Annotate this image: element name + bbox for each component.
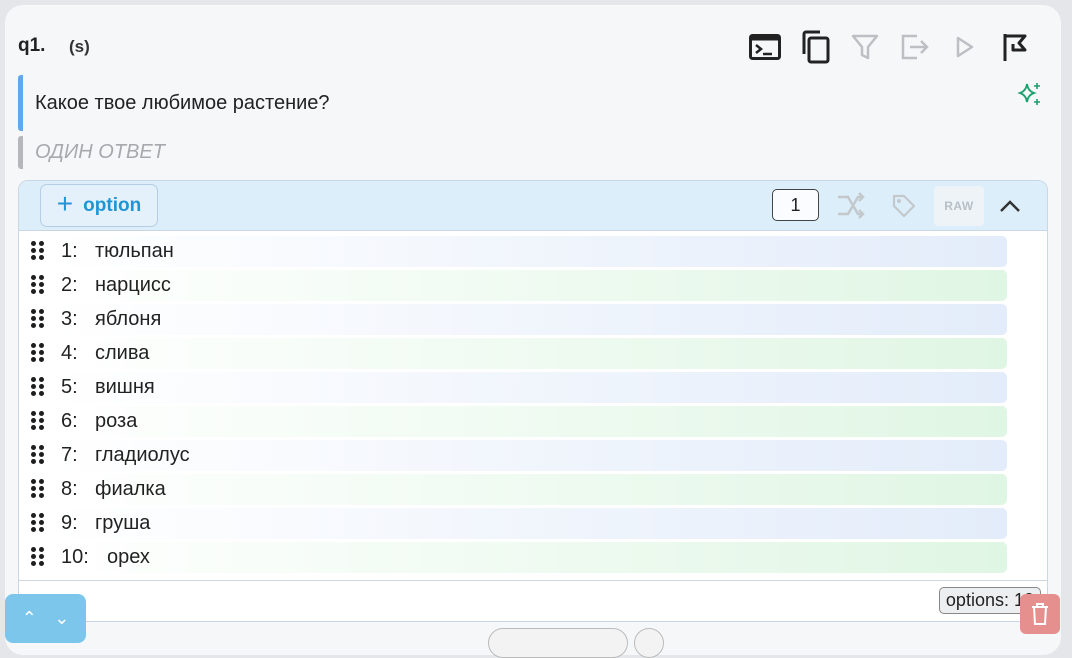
options-header: + option 1 RAW: [19, 181, 1047, 231]
option-label: орех: [107, 546, 150, 568]
option-number: 9:: [61, 512, 78, 534]
chevron-down-icon[interactable]: ⌄: [54, 608, 69, 629]
drag-handle-icon[interactable]: [31, 479, 45, 499]
plus-icon: +: [56, 188, 74, 219]
copy-icon[interactable]: [797, 29, 833, 65]
option-row[interactable]: 7: гладиолус: [31, 440, 1007, 471]
option-label: вишня: [95, 376, 155, 398]
option-label: роза: [95, 410, 138, 432]
option-number: 7:: [61, 444, 78, 466]
question-type-code: (s): [69, 37, 90, 56]
trash-icon: [1032, 603, 1048, 625]
option-label: нарцисс: [95, 274, 171, 296]
drag-handle-icon[interactable]: [31, 241, 45, 261]
option-number: 3:: [61, 308, 78, 330]
answer-type-field[interactable]: ОДИН ОТВЕТ: [18, 136, 418, 169]
question-text: Какое твое любимое растение?: [35, 92, 330, 114]
flag-icon[interactable]: [997, 29, 1033, 65]
chevron-up-icon[interactable]: [991, 188, 1029, 224]
option-number: 4:: [61, 342, 78, 364]
options-footer-divider: [19, 580, 1047, 581]
question-card: q1. (s) Какое твое любимое растение? ОДИ…: [5, 5, 1061, 655]
option-number: 6:: [61, 410, 78, 432]
options-panel: + option 1 RAW 1: тюльпан 2: нарцисс 3: яблон…: [18, 180, 1048, 622]
drag-handle-icon[interactable]: [31, 445, 45, 465]
sparkle-icon[interactable]: [1017, 81, 1043, 112]
option-number: 8:: [61, 478, 78, 500]
option-number: 10:: [61, 546, 89, 568]
drag-handle-icon[interactable]: [31, 275, 45, 295]
option-label: слива: [95, 342, 150, 364]
option-label: груша: [95, 512, 151, 534]
terminal-icon[interactable]: [747, 29, 783, 65]
drag-handle-icon[interactable]: [31, 513, 45, 533]
bottom-add-pill[interactable]: [488, 628, 628, 658]
scroll-nav: ⌃ ⌄: [5, 594, 86, 643]
add-option-label: option: [83, 194, 142, 216]
option-row[interactable]: 8: фиалка: [31, 474, 1007, 505]
question-number: q1.: [18, 35, 46, 56]
play-icon[interactable]: [947, 29, 983, 65]
option-row[interactable]: 10: орех: [31, 542, 1007, 573]
question-text-field[interactable]: Какое твое любимое растение?: [18, 75, 1018, 131]
option-row[interactable]: 4: слива: [31, 338, 1007, 369]
option-row[interactable]: 3: яблоня: [31, 304, 1007, 335]
bottom-circle-button[interactable]: [634, 628, 664, 658]
option-number: 5:: [61, 376, 78, 398]
option-label: фиалка: [95, 478, 166, 500]
shuffle-icon[interactable]: [831, 188, 869, 224]
answer-type-label: ОДИН ОТВЕТ: [35, 141, 165, 163]
tag-icon[interactable]: [885, 188, 923, 224]
option-label: тюльпан: [95, 240, 174, 262]
option-label: гладиолус: [95, 444, 190, 466]
add-option-button[interactable]: + option: [40, 184, 158, 227]
option-label: яблоня: [95, 308, 162, 330]
option-row[interactable]: 5: вишня: [31, 372, 1007, 403]
filter-icon[interactable]: [847, 29, 883, 65]
delete-button[interactable]: [1020, 594, 1060, 634]
option-count-input[interactable]: 1: [772, 189, 819, 221]
option-row[interactable]: 2: нарцисс: [31, 270, 1007, 301]
question-toolbar: [747, 29, 1033, 65]
drag-handle-icon[interactable]: [31, 377, 45, 397]
option-number: 2:: [61, 274, 78, 296]
drag-handle-icon[interactable]: [31, 309, 45, 329]
option-row[interactable]: 6: роза: [31, 406, 1007, 437]
option-row[interactable]: 1: тюльпан: [31, 236, 1007, 267]
chevron-up-icon[interactable]: ⌃: [22, 608, 37, 629]
drag-handle-icon[interactable]: [31, 547, 45, 567]
exit-icon[interactable]: [897, 29, 933, 65]
drag-handle-icon[interactable]: [31, 411, 45, 431]
option-row[interactable]: 9: груша: [31, 508, 1007, 539]
raw-button[interactable]: RAW: [934, 186, 984, 226]
option-number: 1:: [61, 240, 78, 262]
drag-handle-icon[interactable]: [31, 343, 45, 363]
